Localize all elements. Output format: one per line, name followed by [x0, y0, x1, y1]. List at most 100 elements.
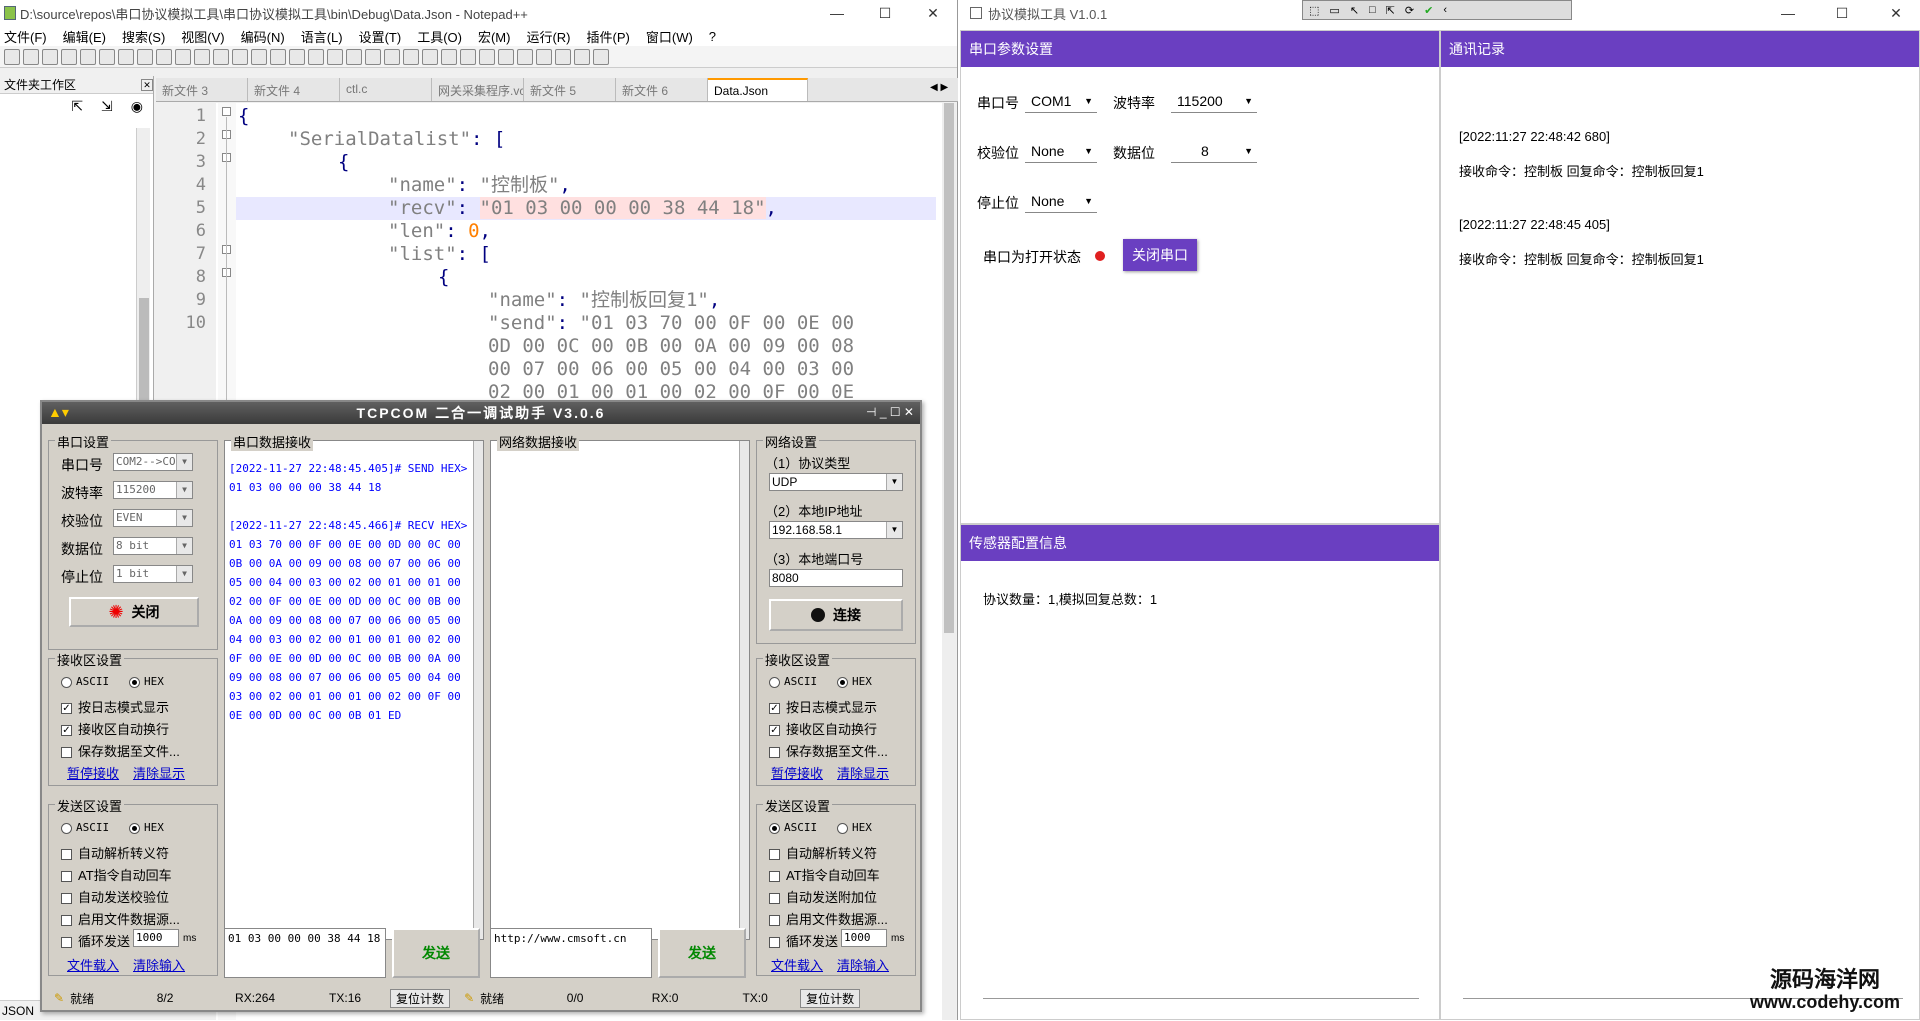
close-button[interactable]: ✕ [909, 5, 957, 22]
tx-mode-radios[interactable]: ASCII HEX [61, 821, 164, 834]
pause-link[interactable]: 暂停接收 [67, 763, 119, 782]
open-file-icon[interactable] [23, 48, 39, 65]
spell-icon[interactable] [593, 48, 609, 65]
print-icon[interactable] [118, 48, 134, 65]
sim-close-button[interactable]: ✕ [1872, 5, 1920, 22]
tx-option[interactable]: 自动发送校验位 [61, 887, 169, 906]
tab-2[interactable]: ctl.c [340, 78, 432, 101]
copy-icon[interactable] [156, 48, 172, 65]
clear-input-link-right[interactable]: 清除输入 [837, 955, 889, 974]
tx-option-loop[interactable]: 循环发送 [61, 931, 130, 950]
doc-map-icon[interactable] [422, 48, 438, 65]
sim-parity-select[interactable]: None ▼ [1025, 139, 1097, 163]
net-send-input[interactable]: http://www.cmsoft.cn [490, 928, 652, 978]
sim-baud-select[interactable]: 115200 ▼ [1171, 89, 1257, 113]
undo-icon[interactable] [194, 48, 210, 65]
check-icon[interactable]: ✔ [1424, 4, 1433, 17]
tx-option-right[interactable]: AT指令自动回车 [769, 865, 880, 884]
tx-option[interactable]: 自动解析转义符 [61, 843, 169, 862]
rx-option-wrap-right[interactable]: ✓ 接收区自动换行 [769, 719, 877, 738]
menu-item[interactable]: 设置(T) [359, 27, 402, 46]
rx-option-wrap[interactable]: ✓ 接收区自动换行 [61, 719, 169, 738]
menu-item[interactable]: 视图(V) [181, 27, 224, 46]
serial-recv-area[interactable]: 串口数据接收 [2022-11-27 22:48:45.405]# SEND H… [224, 432, 484, 940]
tx-option-right[interactable]: 自动解析转义符 [769, 843, 877, 862]
menu-item[interactable]: 运行(R) [526, 27, 570, 46]
collapse-icon[interactable]: ‹ [1443, 4, 1447, 16]
zoom-in-icon[interactable] [270, 48, 286, 65]
paste-icon[interactable] [175, 48, 191, 65]
menu-item[interactable]: 搜索(S) [122, 27, 165, 46]
menu-item[interactable]: 宏(M) [478, 27, 511, 46]
close-all-icon[interactable] [99, 48, 115, 65]
menu-item[interactable]: 文件(F) [4, 27, 47, 46]
recv-scrollbar[interactable] [473, 441, 483, 939]
expand-all-icon[interactable]: ⇲ [101, 98, 113, 115]
proto-select[interactable]: UDP ▼ [769, 473, 903, 491]
video-icon[interactable]: ▭ [1329, 4, 1339, 17]
tcpcom-app-icon[interactable]: ▲▾ [48, 404, 69, 421]
monitor-icon[interactable] [479, 48, 495, 65]
replace-icon[interactable] [251, 48, 267, 65]
maximize-button[interactable]: ☐ [861, 5, 909, 22]
close-icon[interactable] [80, 48, 96, 65]
port-select[interactable]: COM2-->COM ▼ [113, 453, 193, 471]
rx-option-log[interactable]: ✓ 按日志模式显示 [61, 697, 169, 716]
tab-scroll-arrows[interactable]: ◀ ▶ [930, 82, 948, 93]
rx-mode-radios-right[interactable]: ASCII HEX [769, 675, 872, 688]
zoom-out-icon[interactable] [289, 48, 305, 65]
tcpcom-win-buttons[interactable]: ⊣ _ ☐ ✕ [866, 405, 914, 419]
fold-marker-icon[interactable] [222, 107, 231, 116]
close-port-button[interactable]: ✺ 关闭 [69, 597, 199, 627]
rx-option-save[interactable]: 保存数据至文件... [61, 741, 180, 760]
sim-databits-select[interactable]: 8 ▼ [1171, 139, 1257, 163]
pause-link-right[interactable]: 暂停接收 [771, 763, 823, 782]
tx-option-right[interactable]: 自动发送附加位 [769, 887, 877, 906]
parity-select[interactable]: EVEN ▼ [113, 509, 193, 527]
tx-mode-radios-right[interactable]: ASCII HEX [769, 821, 872, 834]
menu-item[interactable]: 编码(N) [241, 27, 285, 46]
pointer-icon[interactable]: ↖ [1350, 4, 1359, 17]
sim-stopbits-select[interactable]: None ▼ [1025, 189, 1097, 213]
udl-icon[interactable] [403, 48, 419, 65]
netport-input[interactable]: 8080 [769, 569, 903, 587]
play-multiple-icon[interactable] [555, 48, 571, 65]
record-icon[interactable] [498, 48, 514, 65]
stopbits-select[interactable]: 1 bit ▼ [113, 565, 193, 583]
locate-icon[interactable]: ◉ [131, 98, 143, 115]
sim-port-select[interactable]: COM1 ▼ [1025, 89, 1097, 113]
reset-count-button-right[interactable]: 复位计数 [800, 988, 861, 1008]
pointer-alt-icon[interactable]: ⇱ [1386, 4, 1395, 17]
sync-h-icon[interactable] [327, 48, 343, 65]
rx-mode-radios[interactable]: ASCII HEX [61, 675, 164, 688]
folder-icon[interactable] [460, 48, 476, 65]
sim-maximize-button[interactable]: ☐ [1818, 5, 1866, 22]
save-all-icon[interactable] [61, 48, 77, 65]
collapse-all-icon[interactable]: ⇱ [71, 98, 83, 115]
rx-option-save-right[interactable]: 保存数据至文件... [769, 741, 888, 760]
refresh-icon[interactable]: ⟳ [1405, 4, 1414, 17]
loop-interval-input[interactable]: 1000 [133, 929, 179, 947]
minimize-button[interactable]: — [813, 5, 861, 21]
tx-option-loop-right[interactable]: 循环发送 [769, 931, 838, 950]
tab-6[interactable]: Data.Json [708, 78, 808, 101]
tab-1[interactable]: 新文件 4 [248, 78, 340, 101]
menu-item[interactable]: 窗口(W) [646, 27, 693, 46]
cut-icon[interactable] [137, 48, 153, 65]
menu-item[interactable]: 插件(P) [587, 27, 630, 46]
show-all-icon[interactable] [365, 48, 381, 65]
editor-scrollbar[interactable] [942, 103, 956, 1020]
tab-0[interactable]: 新文件 3 [156, 78, 248, 101]
panel-close-icon[interactable]: ✕ [141, 78, 153, 91]
tx-option-right[interactable]: 启用文件数据源... [769, 909, 888, 928]
save-macro-icon[interactable] [574, 48, 590, 65]
tx-option[interactable]: AT指令自动回车 [61, 865, 172, 884]
menu-item[interactable]: 工具(O) [417, 27, 462, 46]
loop-interval-input-right[interactable]: 1000 [841, 929, 887, 947]
clear-display-link-right[interactable]: 清除显示 [837, 763, 889, 782]
tab-5[interactable]: 新文件 6 [616, 78, 708, 101]
file-load-link[interactable]: 文件载入 [67, 955, 119, 974]
square-icon[interactable]: □ [1369, 4, 1376, 16]
new-file-icon[interactable] [4, 48, 20, 65]
redo-icon[interactable] [213, 48, 229, 65]
